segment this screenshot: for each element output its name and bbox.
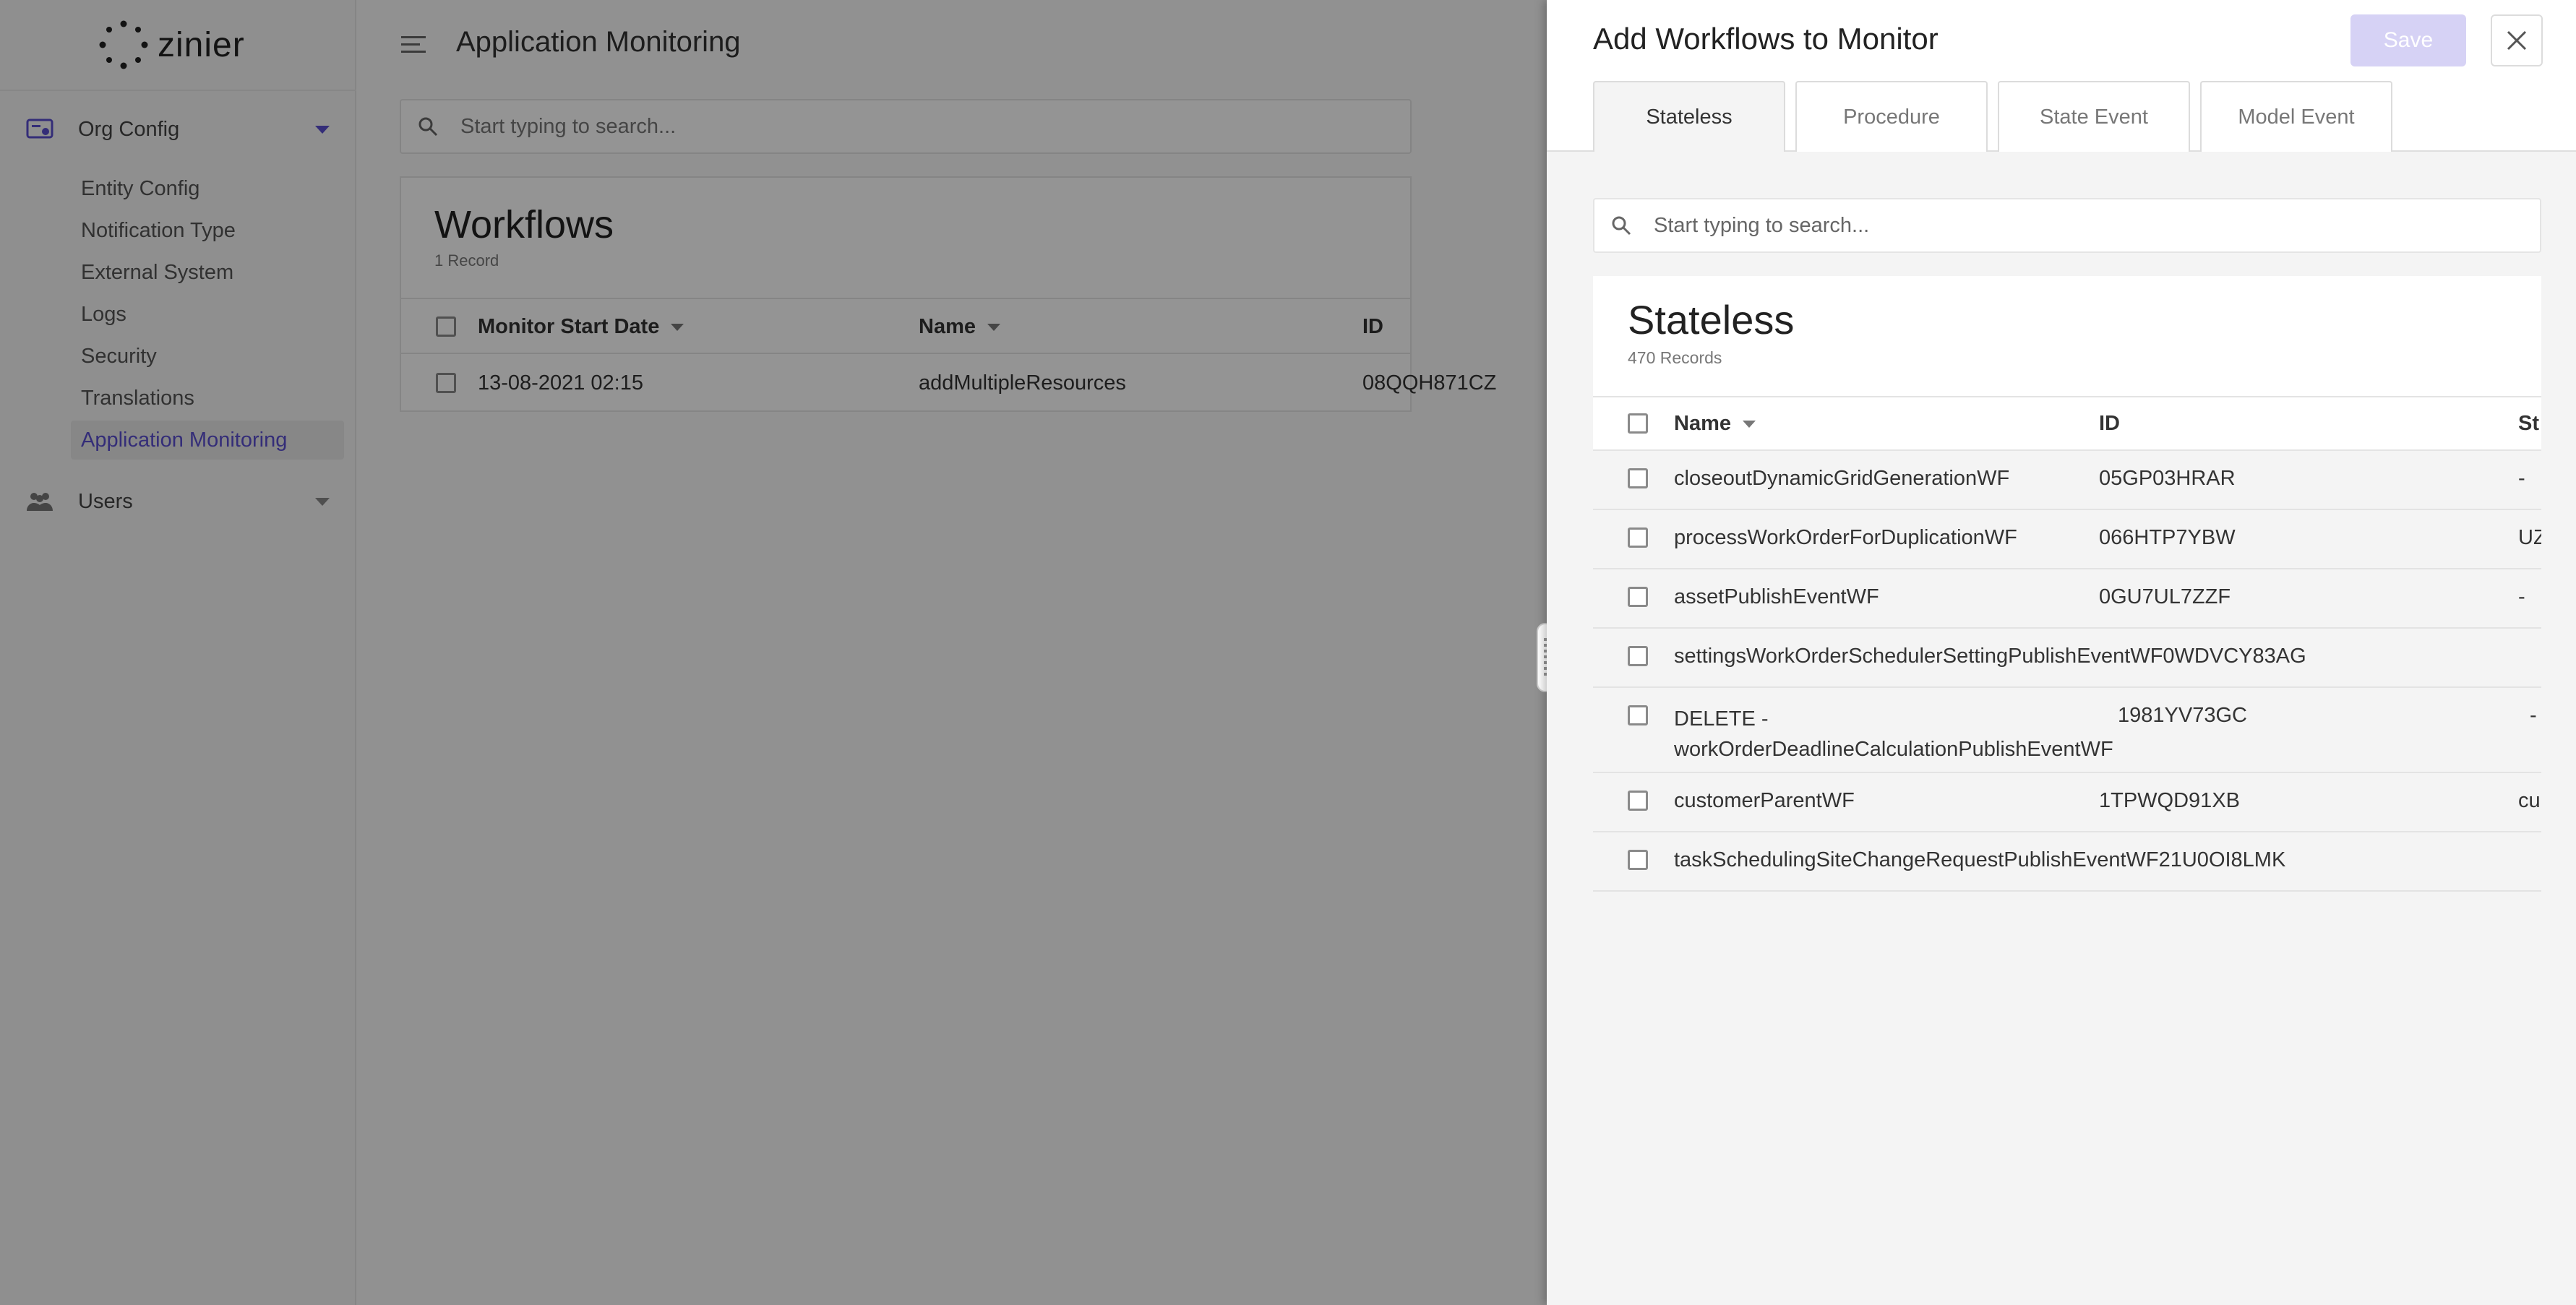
row-checkbox[interactable] [1628,468,1648,488]
column-header-status: St [2518,412,2539,435]
table-row[interactable]: taskSchedulingSiteChangeRequestPublishEv… [1593,832,2541,892]
column-header-name[interactable]: Name [1674,412,1756,436]
tab-state-event[interactable]: State Event [1998,81,2190,152]
tab-model-event[interactable]: Model Event [2200,81,2392,152]
cell-name: closeoutDynamicGridGenerationWF [1674,467,2010,490]
cell-status: cu [2518,789,2541,812]
close-icon [2506,30,2528,51]
table-row[interactable]: DELETE - workOrderDeadlineCalculationPub… [1593,688,2541,773]
cell-name: customerParentWF [1674,789,1855,812]
modal-backdrop[interactable] [0,0,1547,1305]
stateless-list-card: Stateless 470 Records Name ID St closeou… [1593,276,2541,893]
cell-id: 1TPWQD91XB [2099,789,2240,812]
cell-id: 05GP03HRAR [2099,467,2236,490]
close-button[interactable] [2491,14,2543,66]
sort-down-icon [1743,421,1756,428]
workflow-type-tabs: Stateless Procedure State Event Model Ev… [1593,81,2403,152]
cell-status: - [2530,704,2537,727]
stateless-list-count: 470 Records [1628,348,1722,367]
add-workflows-drawer: Add Workflows to Monitor Save Stateless … [1547,0,2576,1305]
select-all-checkbox[interactable] [1628,413,1648,434]
stateless-list-title: Stateless [1628,297,1795,343]
cell-name: settingsWorkOrderSchedulerSettingPublish… [1674,645,2306,668]
row-checkbox[interactable] [1628,527,1648,548]
search-placeholder: Start typing to search... [1654,213,1870,237]
cell-name: processWorkOrderForDuplicationWF [1674,526,2017,549]
table-row[interactable]: closeoutDynamicGridGenerationWF 05GP03HR… [1593,451,2541,510]
table-row[interactable]: customerParentWF 1TPWQD91XB cu [1593,773,2541,832]
table-row[interactable]: settingsWorkOrderSchedulerSettingPublish… [1593,629,2541,688]
drawer-header: Add Workflows to Monitor Save Stateless … [1547,0,2576,152]
row-checkbox[interactable] [1628,791,1648,811]
search-icon [1610,215,1632,236]
row-checkbox[interactable] [1628,587,1648,607]
cell-status: UZ [2518,526,2541,549]
save-button[interactable]: Save [2350,14,2466,66]
cell-name: taskSchedulingSiteChangeRequestPublishEv… [1674,848,2286,871]
cell-name: assetPublishEventWF [1674,585,1879,608]
column-header-id: ID [2099,412,2120,435]
row-checkbox[interactable] [1628,646,1648,666]
tab-stateless[interactable]: Stateless [1593,81,1785,152]
drawer-title: Add Workflows to Monitor [1593,22,1939,56]
stateless-table-header: Name ID St [1593,396,2541,451]
table-row[interactable]: processWorkOrderForDuplicationWF 066HTP7… [1593,510,2541,569]
cell-status: - [2518,585,2525,608]
table-row[interactable]: assetPublishEventWF 0GU7UL7ZZF - [1593,569,2541,629]
cell-id: 1981YV73GC [2118,704,2247,727]
cell-id: 0GU7UL7ZZF [2099,585,2231,608]
column-label: Name [1674,412,1731,435]
cell-id: 066HTP7YBW [2099,526,2236,549]
tab-procedure[interactable]: Procedure [1795,81,1988,152]
cell-name: DELETE - workOrderDeadlineCalculationPub… [1674,707,2113,761]
drawer-search-input[interactable]: Start typing to search... [1593,198,2541,253]
row-checkbox[interactable] [1628,850,1648,870]
cell-status: - [2518,467,2525,490]
row-checkbox[interactable] [1628,705,1648,725]
stateless-list-header: Stateless 470 Records [1593,276,2541,396]
